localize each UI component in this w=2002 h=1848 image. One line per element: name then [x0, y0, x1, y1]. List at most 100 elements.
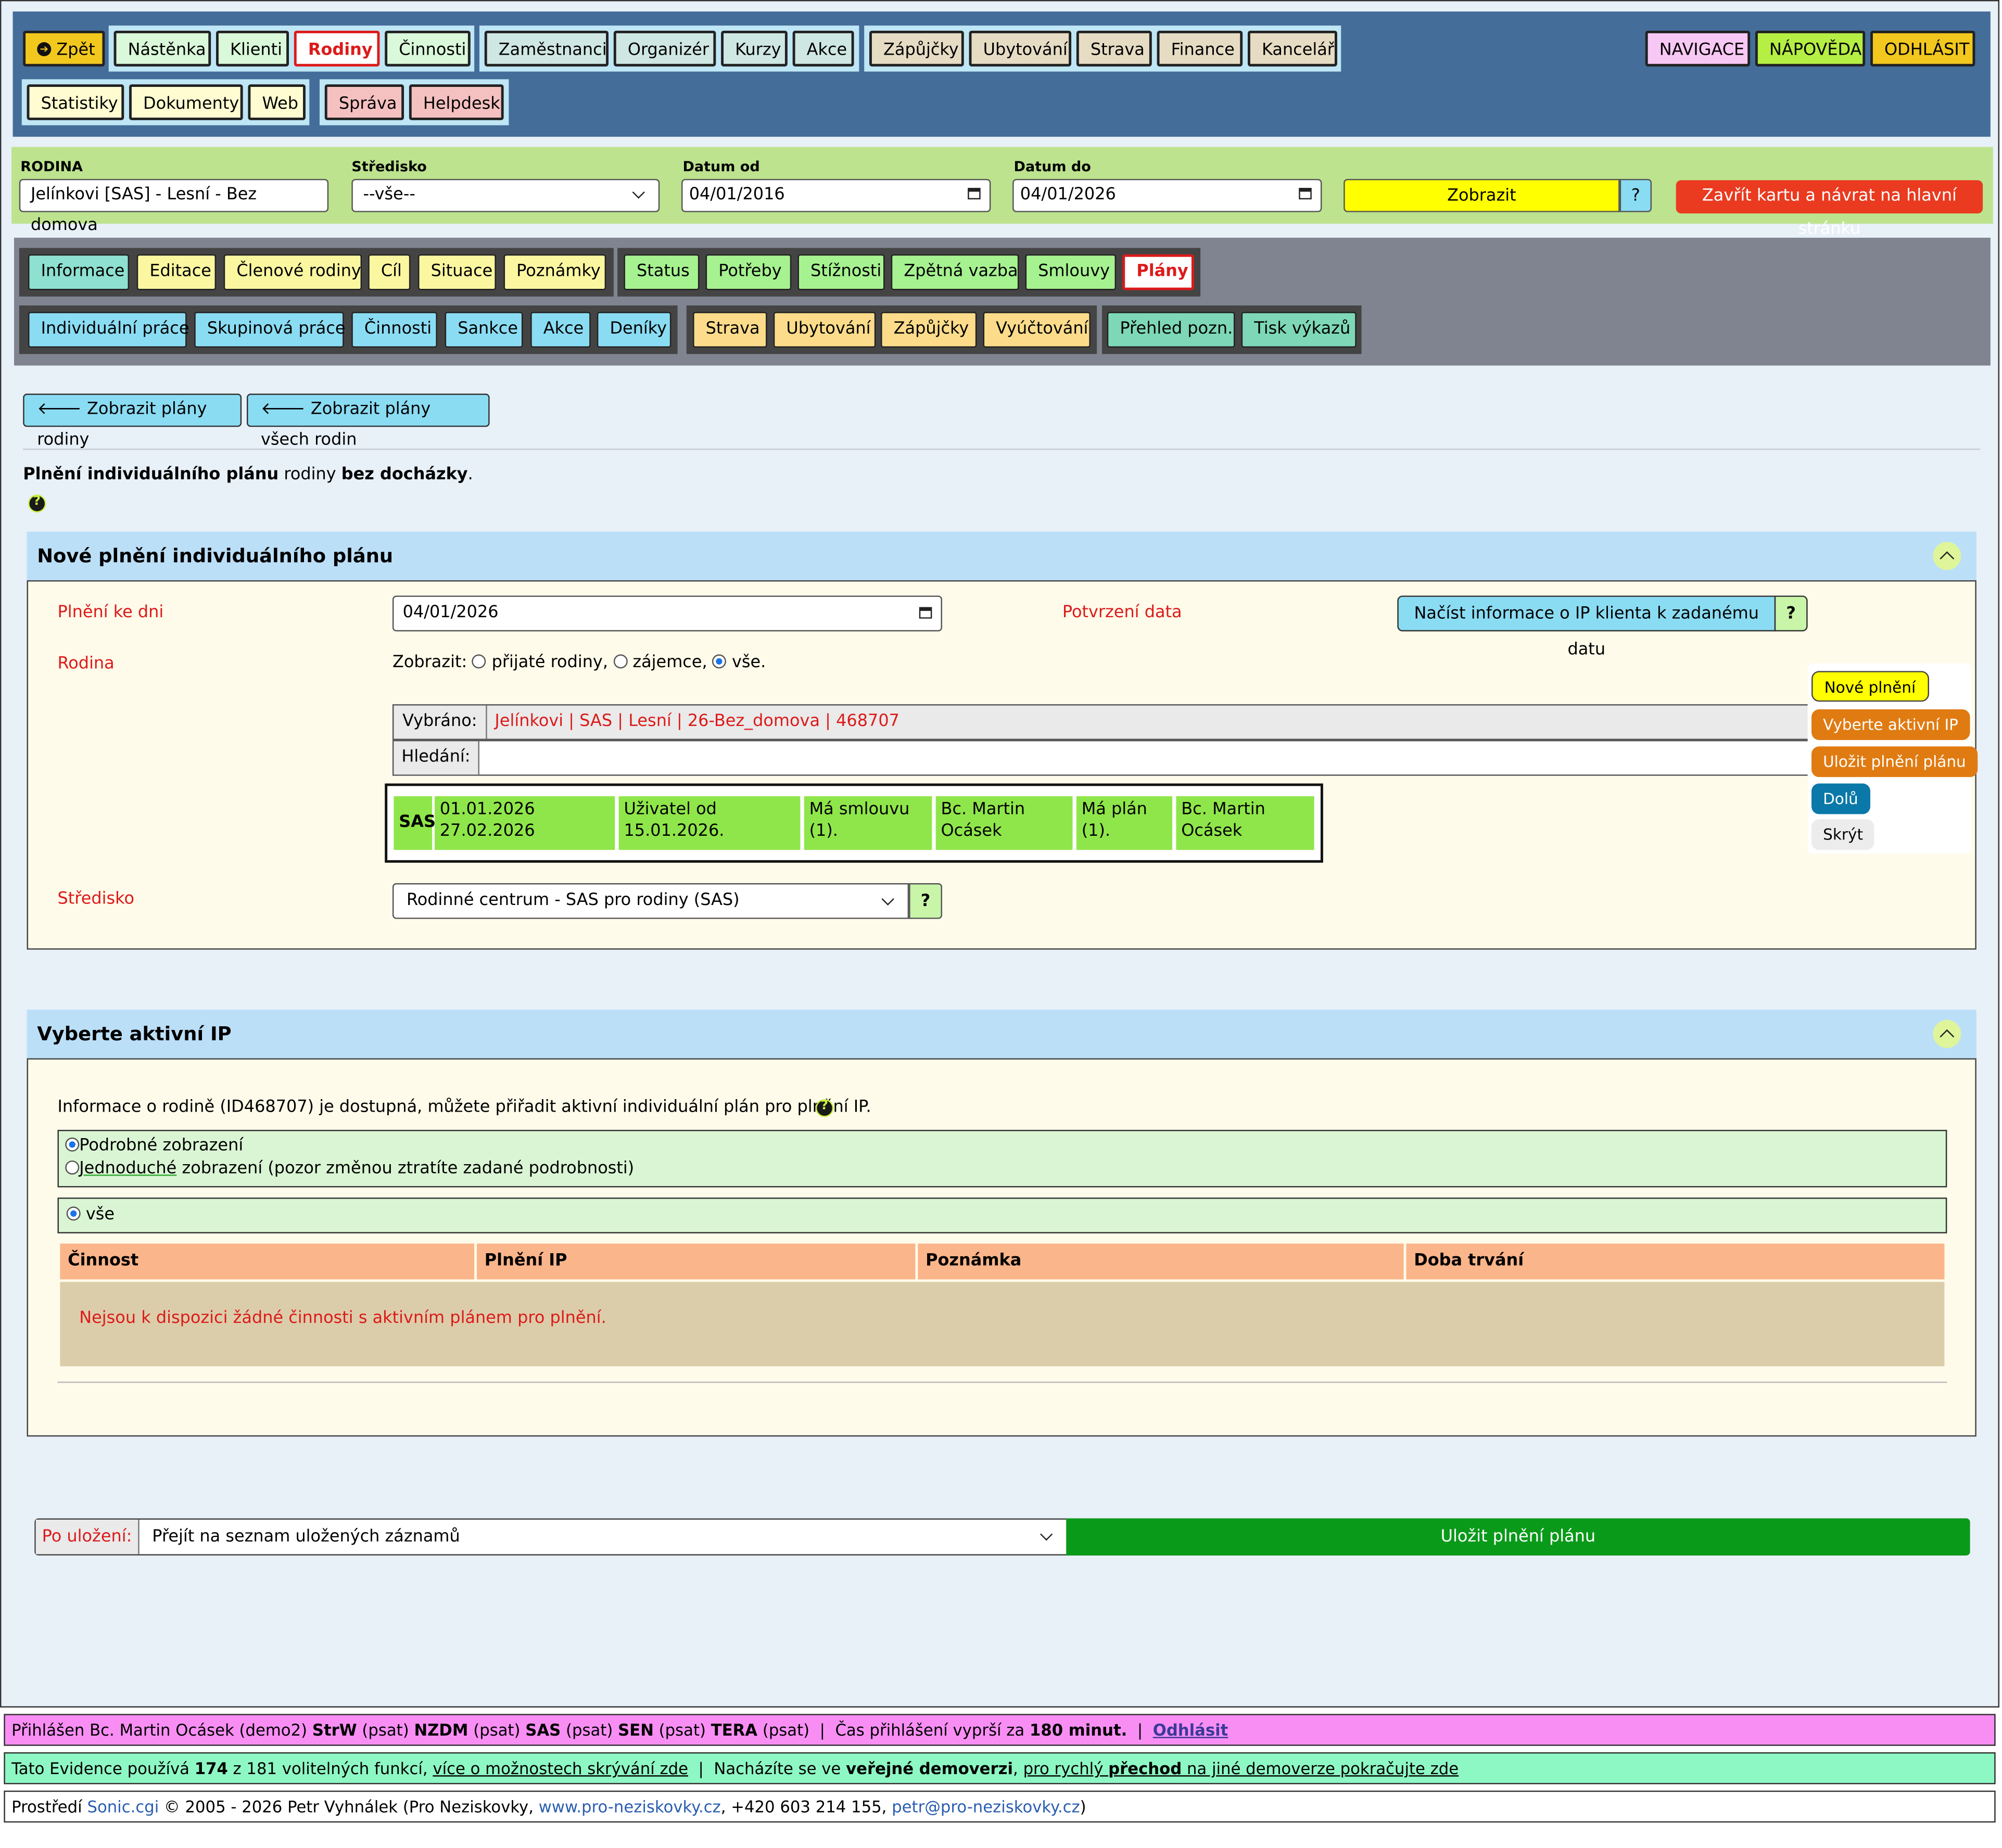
- column-ip-fulfillment: Plnění IP: [477, 1243, 916, 1280]
- tab-family-members[interactable]: Členové rodiny: [223, 254, 362, 290]
- center-select[interactable]: --vše--: [351, 179, 660, 212]
- tab-activities[interactable]: Činnosti: [351, 312, 437, 348]
- tab-group-work[interactable]: Skupinová práce: [194, 312, 346, 348]
- nav-clients[interactable]: Klienti: [216, 30, 289, 67]
- nav-statistics[interactable]: Statistiky: [27, 84, 124, 120]
- tab-contracts[interactable]: Smlouvy: [1025, 254, 1117, 290]
- after-save-select[interactable]: Přejít na seznam uložených záznamů: [140, 1520, 1067, 1554]
- logout-button[interactable]: ODHLÁSIT: [1870, 30, 1975, 67]
- tab-food[interactable]: Strava: [693, 312, 767, 348]
- email-link[interactable]: petr@pro-neziskovky.cz: [892, 1797, 1080, 1816]
- website-link[interactable]: www.pro-neziskovky.cz: [539, 1797, 721, 1816]
- jump-save-plan[interactable]: Uložit plnění plánu: [1811, 746, 1978, 778]
- date-from-input[interactable]: 04/01/2016: [681, 179, 991, 212]
- tab-events[interactable]: Akce: [530, 312, 591, 348]
- tab-edit[interactable]: Editace: [136, 254, 217, 290]
- tab-status[interactable]: Status: [624, 254, 700, 290]
- nav-finance[interactable]: Finance: [1157, 30, 1243, 67]
- date-to-input[interactable]: 04/01/2026: [1012, 179, 1322, 212]
- tab-notes-overview[interactable]: Přehled pozn.: [1107, 312, 1235, 348]
- fulfillment-date-input[interactable]: 04/01/2026: [392, 595, 942, 632]
- radio-detailed[interactable]: [65, 1137, 80, 1152]
- tab-housing[interactable]: Ubytování: [773, 312, 876, 348]
- chevron-down-icon: [1040, 1528, 1053, 1541]
- radio-all[interactable]: [66, 1206, 81, 1221]
- show-family-plans-button[interactable]: 🡐 Zobrazit plány rodiny: [23, 393, 242, 450]
- radio-all[interactable]: [712, 654, 727, 669]
- close-card-button[interactable]: Zavřít kartu a návrat na hlavní stránku: [1676, 180, 1983, 239]
- empty-table-row: Nejsou k dispozici žádné činnosti s akti…: [60, 1282, 1945, 1367]
- info-code: SAS: [394, 796, 436, 850]
- view-simple[interactable]: Jednoduché zobrazení (pozor změnou ztrat…: [65, 1159, 634, 1178]
- radio-simple[interactable]: [65, 1160, 80, 1175]
- radio-accepted[interactable]: [472, 654, 487, 669]
- tab-needs[interactable]: Potřeby: [705, 254, 792, 290]
- search-input[interactable]: [486, 741, 1823, 774]
- help-icon[interactable]: [28, 494, 46, 513]
- show-all-family-plans-button[interactable]: 🡐 Zobrazit plány všech rodin: [246, 393, 490, 450]
- jump-select-ip[interactable]: Vyberte aktivní IP: [1811, 709, 1970, 740]
- tab-feedback[interactable]: Zpětná vazba: [891, 254, 1019, 290]
- family-field[interactable]: Jelínkovi [SAS] - Lesní - Bez domova: [19, 179, 329, 235]
- nav-documents[interactable]: Dokumenty: [129, 84, 243, 120]
- view-detailed[interactable]: Podrobné zobrazení: [65, 1136, 243, 1155]
- hide-features-link[interactable]: více o možnostech skrývání zde: [433, 1758, 688, 1778]
- tab-notes[interactable]: Poznámky: [503, 254, 606, 290]
- nav-families[interactable]: Rodiny: [294, 30, 380, 67]
- tab-complaints[interactable]: Stížnosti: [797, 254, 885, 290]
- radio-applicants[interactable]: [613, 654, 628, 669]
- nav-helpdesk[interactable]: Helpdesk: [409, 84, 504, 120]
- empty-message: Nejsou k dispozici žádné činnosti s akti…: [79, 1308, 606, 1328]
- nav-web[interactable]: Web: [248, 84, 306, 120]
- tab-print-reports[interactable]: Tisk výkazů: [1241, 312, 1357, 348]
- nav-housing[interactable]: Ubytování: [969, 30, 1072, 67]
- login-status-bar: Přihlášen Bc. Martin Ocásek (demo2) StrW…: [4, 1714, 1996, 1746]
- collapse-icon[interactable]: [1933, 542, 1961, 570]
- save-plan-button[interactable]: Uložit plnění plánu: [1066, 1518, 1970, 1556]
- tab-loans[interactable]: Zápůjčky: [881, 312, 977, 348]
- nav-organizer[interactable]: Organizér: [613, 30, 716, 67]
- features-status-bar: Tato Evidence používá 174 z 181 voliteln…: [4, 1752, 1996, 1785]
- arrow-left-icon: 🡐: [261, 400, 306, 419]
- filter-all[interactable]: vše: [66, 1205, 115, 1225]
- nav-employees[interactable]: Zaměstnanci: [484, 30, 609, 67]
- show-button[interactable]: Zobrazit: [1344, 179, 1620, 212]
- select-active-ip-header: Vyberte aktivní IP: [27, 1010, 1976, 1059]
- tab-plans[interactable]: Plány: [1122, 254, 1194, 290]
- hide-panel[interactable]: Skrýt: [1811, 819, 1875, 850]
- chevron-down-icon: [881, 893, 894, 906]
- nav-dashboard[interactable]: Nástěnka: [113, 30, 211, 67]
- jump-down[interactable]: Dolů: [1811, 783, 1870, 814]
- logout-link[interactable]: Odhlásit: [1153, 1720, 1228, 1740]
- tab-billing[interactable]: Vyúčtování: [983, 312, 1091, 348]
- nav-activities[interactable]: Činnosti: [385, 30, 471, 67]
- collapse-icon[interactable]: [1933, 1019, 1961, 1048]
- filter-help-button[interactable]: ?: [1619, 179, 1652, 212]
- switch-demo-link[interactable]: pro rychlý přechod na jiné demoverze pok…: [1023, 1758, 1459, 1778]
- tab-information[interactable]: Informace: [28, 254, 130, 290]
- chevron-down-icon: [632, 186, 645, 199]
- load-ip-help-button[interactable]: ?: [1774, 595, 1808, 632]
- tab-diaries[interactable]: Deníky: [597, 312, 671, 348]
- nav-loans[interactable]: Zápůjčky: [869, 30, 964, 67]
- nav-administration[interactable]: Správa: [324, 84, 404, 120]
- nav-food[interactable]: Strava: [1076, 30, 1152, 67]
- help-icon[interactable]: [815, 1099, 834, 1117]
- nav-events[interactable]: Akce: [792, 30, 854, 67]
- calendar-icon: [1299, 188, 1312, 200]
- navigation-button[interactable]: NAVIGACE: [1645, 30, 1751, 67]
- center-select[interactable]: Rodinné centrum - SAS pro rodiny (SAS): [392, 883, 909, 919]
- tab-individual-work[interactable]: Individuální práce: [28, 312, 189, 348]
- center-help-button[interactable]: ?: [909, 883, 942, 919]
- tab-goal[interactable]: Cíl: [368, 254, 411, 290]
- nav-courses[interactable]: Kurzy: [721, 30, 788, 67]
- after-save-label: Po uložení:: [35, 1520, 140, 1554]
- load-ip-info-button[interactable]: Načíst informace o IP klienta k zadanému…: [1397, 595, 1776, 659]
- jump-new-fulfillment[interactable]: Nové plnění: [1811, 671, 1929, 702]
- nav-office[interactable]: Kancelář: [1247, 30, 1337, 67]
- help-button[interactable]: NÁPOVĚDA: [1755, 30, 1866, 67]
- sonic-link[interactable]: Sonic.cgi: [87, 1797, 159, 1816]
- tab-situation[interactable]: Situace: [418, 254, 496, 290]
- back-button[interactable]: ➔ Zpět: [23, 30, 105, 67]
- tab-sanctions[interactable]: Sankce: [445, 312, 523, 348]
